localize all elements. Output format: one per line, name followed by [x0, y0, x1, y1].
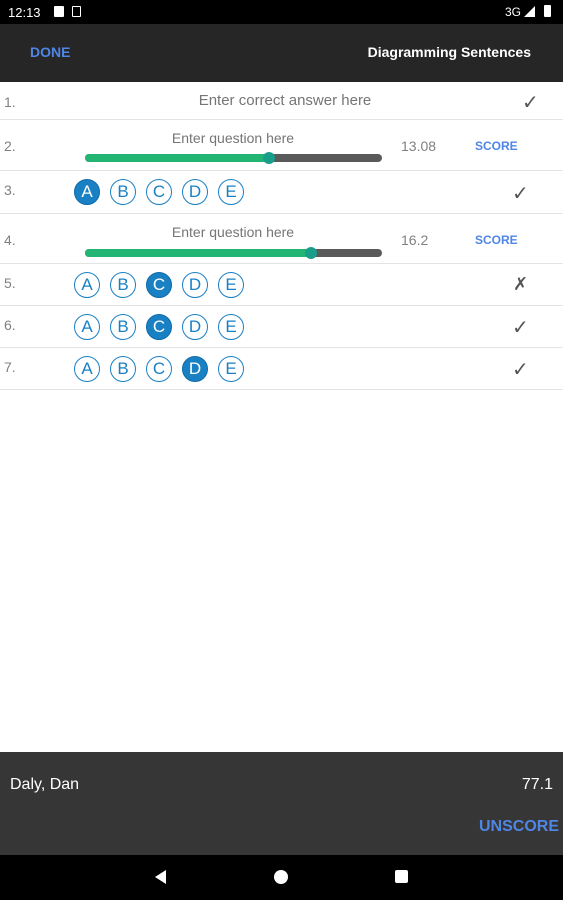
- score-button[interactable]: SCORE: [475, 233, 518, 247]
- navigation-bar: [0, 855, 563, 900]
- choice-a[interactable]: A: [74, 179, 100, 205]
- choice-d[interactable]: D: [182, 314, 208, 340]
- question-number: 5.: [4, 275, 16, 291]
- slider-fill: [85, 249, 311, 257]
- question-number: 1.: [4, 94, 16, 110]
- slider-thumb[interactable]: [304, 247, 317, 259]
- list-item: 1. ✓: [0, 82, 563, 120]
- done-button[interactable]: DONE: [30, 44, 70, 60]
- choice-e[interactable]: E: [218, 272, 244, 298]
- toolbar: DONE Diagramming Sentences: [0, 24, 563, 82]
- choice-c[interactable]: C: [146, 356, 172, 382]
- choice-d[interactable]: D: [182, 179, 208, 205]
- list-item: 3. A B C D E ✓: [0, 171, 563, 214]
- list-item: 7. A B C D E ✓: [0, 348, 563, 390]
- choice-c[interactable]: C: [146, 272, 172, 298]
- page-title: Diagramming Sentences: [367, 44, 531, 60]
- status-bar: 12:13 3G: [0, 0, 563, 24]
- total-score: 77.1: [521, 776, 553, 793]
- choice-c[interactable]: C: [146, 314, 172, 340]
- network-type: 3G: [504, 5, 521, 19]
- list-item: 5. A B C D E ✗: [0, 264, 563, 306]
- choice-e[interactable]: E: [218, 356, 244, 382]
- question-number: 6.: [4, 317, 16, 333]
- check-icon[interactable]: ✓: [522, 90, 539, 115]
- choice-b[interactable]: B: [110, 179, 136, 205]
- list-item: 6. A B C D E ✓: [0, 306, 563, 348]
- choice-e[interactable]: E: [218, 314, 244, 340]
- question-input[interactable]: [120, 130, 346, 146]
- choice-c[interactable]: C: [146, 179, 172, 205]
- score-value: 16.2: [401, 232, 429, 248]
- choice-b[interactable]: B: [110, 272, 136, 298]
- question-number: 2.: [4, 138, 16, 154]
- choice-d[interactable]: D: [182, 272, 208, 298]
- student-name: Daly, Dan: [10, 776, 80, 793]
- answer-list: 1. ✓ 2. 13.08 SCORE 3. A B C D E ✓ 4.: [0, 82, 563, 390]
- choice-a[interactable]: A: [74, 314, 100, 340]
- sim-card-icon: [54, 6, 64, 17]
- cross-icon[interactable]: ✗: [513, 274, 528, 295]
- unscore-button[interactable]: UNSCORE: [479, 818, 559, 836]
- sd-card-icon: [72, 6, 81, 17]
- correct-answer-input[interactable]: [150, 92, 420, 109]
- choice-e[interactable]: E: [218, 179, 244, 205]
- score-value: 13.08: [401, 138, 437, 154]
- back-icon[interactable]: [155, 870, 166, 884]
- signal-icon: [524, 6, 535, 17]
- question-number: 3.: [4, 182, 16, 198]
- choice-a[interactable]: A: [74, 272, 100, 298]
- student-footer: Daly, Dan 77.1 UNSCORE: [0, 752, 563, 855]
- score-slider[interactable]: [85, 152, 382, 164]
- home-icon[interactable]: [274, 870, 288, 884]
- choice-d[interactable]: D: [182, 356, 208, 382]
- score-button[interactable]: SCORE: [475, 139, 518, 153]
- question-number: 4.: [4, 232, 16, 248]
- slider-fill: [85, 154, 270, 162]
- choice-a[interactable]: A: [74, 356, 100, 382]
- battery-icon: [544, 5, 551, 17]
- choice-b[interactable]: B: [110, 314, 136, 340]
- list-item: 2. 13.08 SCORE: [0, 120, 563, 171]
- check-icon[interactable]: ✓: [512, 357, 529, 382]
- check-icon[interactable]: ✓: [512, 315, 529, 340]
- question-number: 7.: [4, 359, 16, 375]
- question-input[interactable]: [120, 224, 346, 240]
- score-slider[interactable]: [85, 247, 382, 259]
- choice-b[interactable]: B: [110, 356, 136, 382]
- recent-apps-icon[interactable]: [395, 870, 408, 883]
- slider-thumb[interactable]: [263, 152, 276, 164]
- check-icon[interactable]: ✓: [512, 181, 529, 206]
- status-time: 12:13: [8, 5, 41, 20]
- list-item: 4. 16.2 SCORE: [0, 214, 563, 264]
